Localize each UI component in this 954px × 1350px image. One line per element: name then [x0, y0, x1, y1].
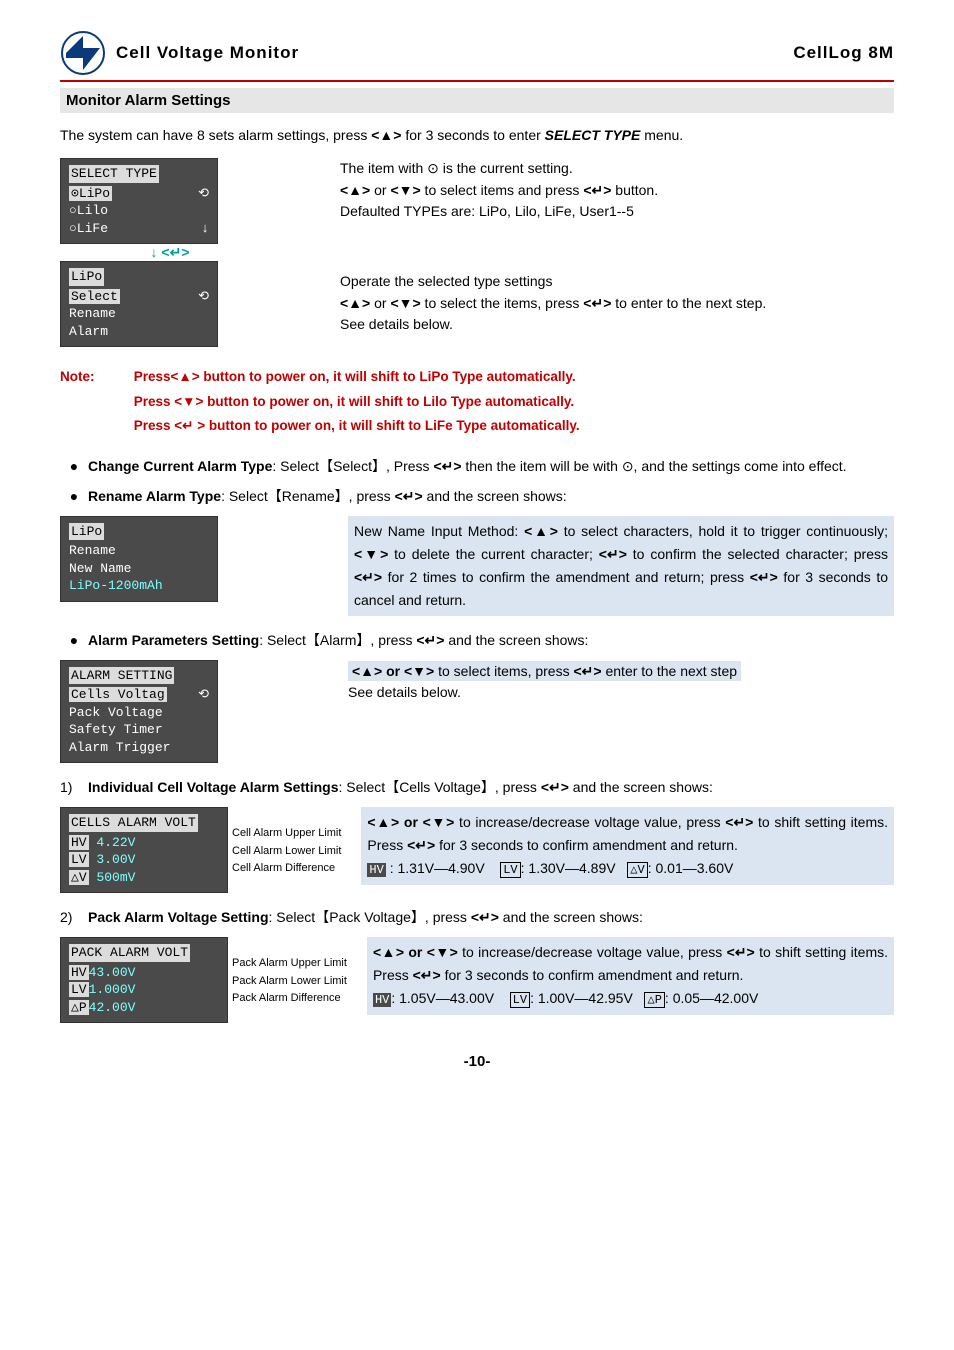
- header-divider: [60, 80, 894, 82]
- intro-paragraph: The system can have 8 sets alarm setting…: [60, 125, 894, 146]
- lcd-cells-alarm: CELLS ALARM VOLT HV 4.22V LV 3.00V △V 50…: [60, 807, 228, 893]
- page-number: -10-: [60, 1053, 894, 1070]
- lcd-alarm-setting: ALARM SETTING Cells Voltag⟲ Pack Voltage…: [60, 660, 218, 764]
- rename-description: New Name Input Method: <▲> to select cha…: [348, 516, 894, 616]
- desc-operate-type: Operate the selected type settings <▲> o…: [340, 271, 894, 336]
- logo-icon: [60, 30, 106, 76]
- callouts-pack: Pack Alarm Upper Limit Pack Alarm Lower …: [232, 937, 347, 1023]
- callouts-cells: Cell Alarm Upper Limit Cell Alarm Lower …: [232, 807, 341, 893]
- header-title: Cell Voltage Monitor: [116, 43, 793, 63]
- pack-shade-desc: <▲> or <▼> to increase/decrease voltage …: [367, 937, 894, 1015]
- item-pack-voltage: 2) Pack Alarm Voltage Setting: Select【Pa…: [60, 907, 894, 929]
- lcd-select-type: SELECT TYPE ⊙LiPo⟲ ○Lilo ○LiFe↓: [60, 158, 218, 244]
- desc-select-type: The item with ⊙ is the current setting. …: [340, 158, 894, 223]
- enter-arrow-icon: ↓ <↵>: [120, 244, 220, 261]
- cells-shade-desc: <▲> or <▼> to increase/decrease voltage …: [361, 807, 894, 885]
- section-title: Monitor Alarm Settings: [60, 88, 894, 113]
- bullet-rename-type: ● Rename Alarm Type: Select【Rename】, pre…: [60, 486, 894, 508]
- bullet-alarm-params: ● Alarm Parameters Setting: Select【Alarm…: [60, 630, 894, 652]
- item-cells-voltage: 1) Individual Cell Voltage Alarm Setting…: [60, 777, 894, 799]
- note-block: Note: Press<▲> button to power on, it wi…: [60, 365, 894, 438]
- header-model: CellLog 8M: [793, 43, 894, 63]
- bullet-change-type: ● Change Current Alarm Type: Select【Sele…: [60, 456, 894, 478]
- alarm-description: <▲> or <▼> to select items, press <↵> en…: [348, 660, 894, 704]
- lcd-rename: LiPo Rename New Name LiPo-1200mAh: [60, 516, 218, 602]
- lcd-lipo-menu: LiPo Select⟲ Rename Alarm: [60, 261, 218, 347]
- lcd-pack-alarm: PACK ALARM VOLT HV43.00V LV1.000V △P42.0…: [60, 937, 228, 1023]
